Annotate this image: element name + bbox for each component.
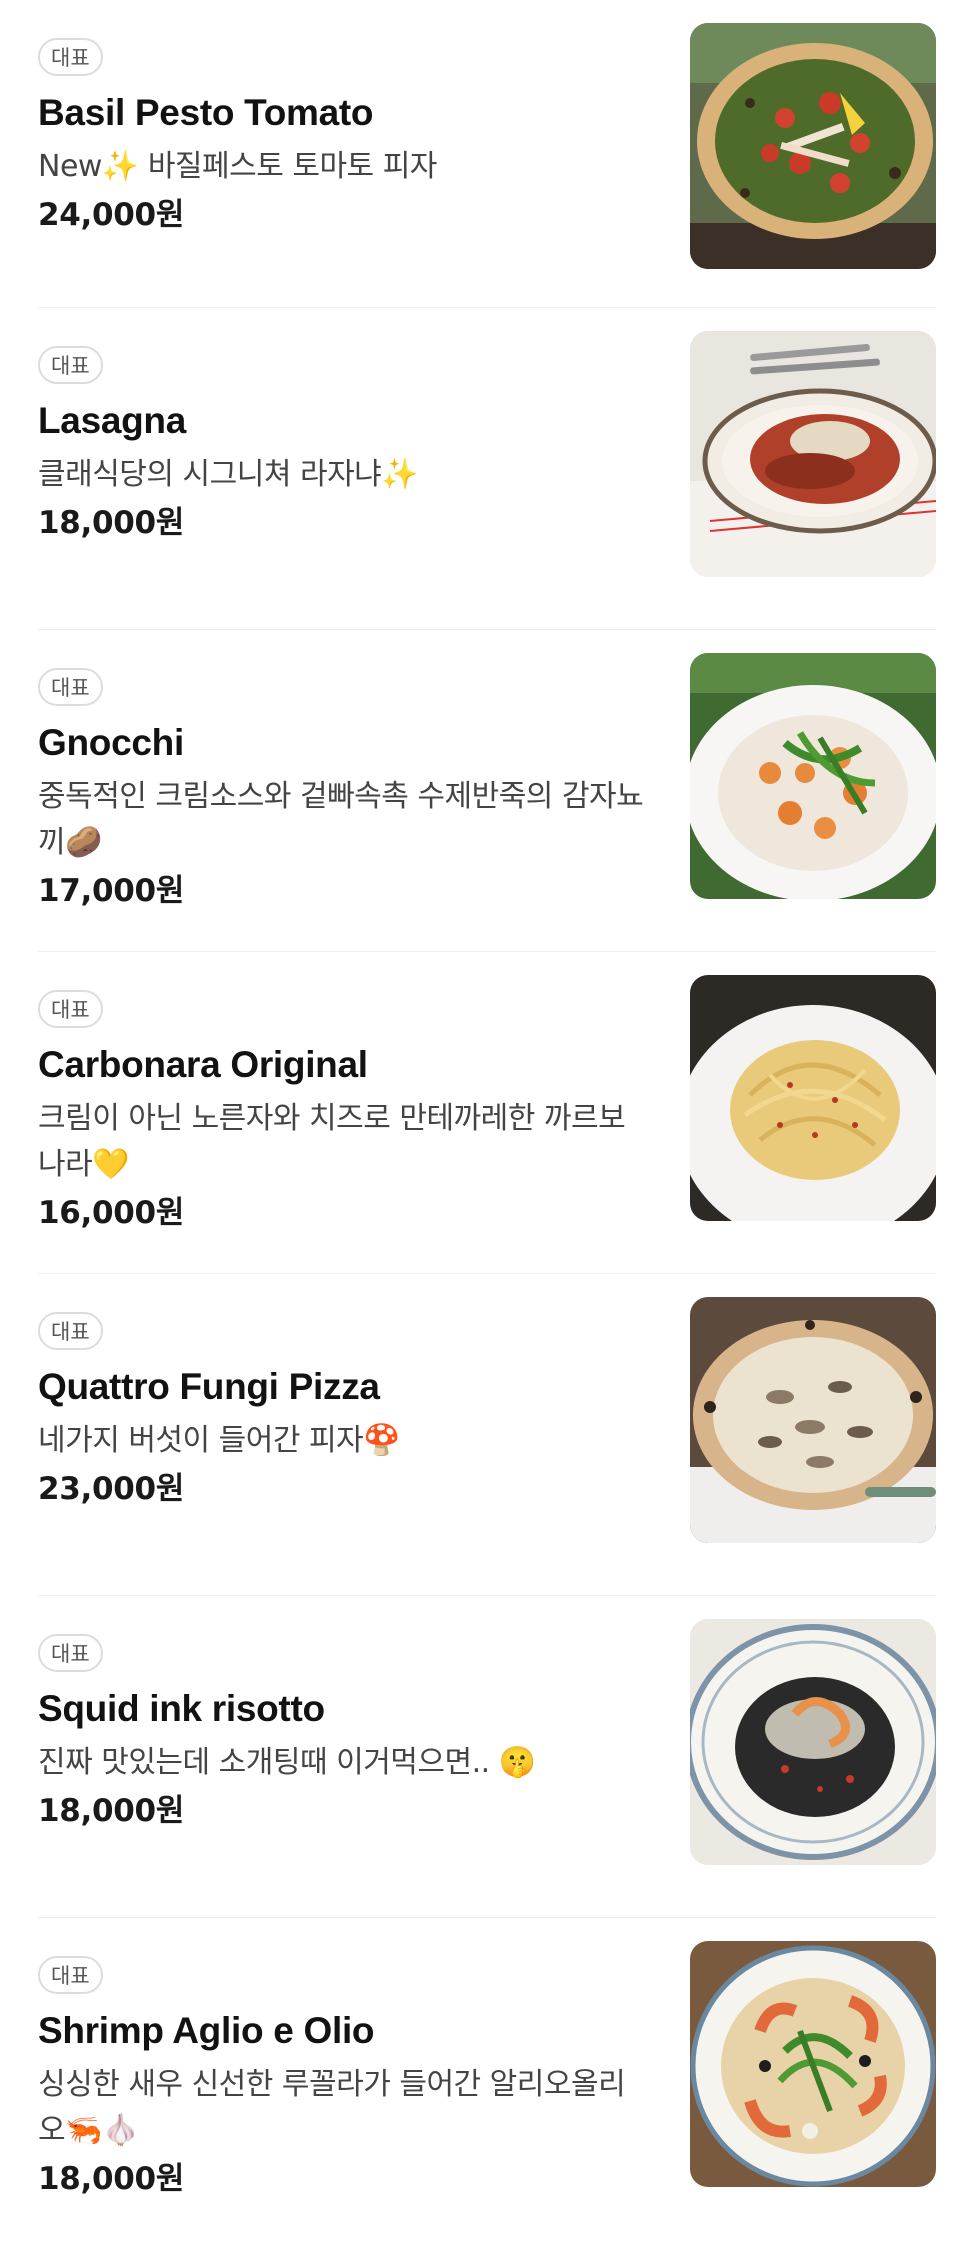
mushroom-pizza-photo[interactable]	[690, 1297, 936, 1543]
menu-item-name: Carbonara Original	[38, 1044, 368, 1085]
menu-item-price: 23,000원	[38, 1471, 185, 1507]
menu-item[interactable]: 대표 Squid ink risotto 진짜 맛있는데 소개팅때 이거먹으면.…	[38, 1596, 936, 1918]
menu-item-description: 중독적인 크림소스와 겉빠속촉 수제반죽의 감자뇨끼🥔	[38, 779, 644, 860]
gnocchi-photo[interactable]	[690, 653, 936, 899]
menu-item-name: Basil Pesto Tomato	[38, 92, 374, 133]
menu-item-price: 16,000원	[38, 1195, 185, 1231]
signature-badge: 대표	[38, 1634, 103, 1672]
menu-item-text: 대표 Carbonara Original 크림이 아닌 노른자와 치즈로 만테…	[38, 990, 648, 1234]
menu-item-price: 18,000원	[38, 1793, 185, 1829]
menu-item-name: Quattro Fungi Pizza	[38, 1366, 380, 1407]
menu-item-description: 네가지 버섯이 들어간 피자🍄	[38, 1423, 401, 1458]
lasagna-photo[interactable]	[690, 331, 936, 577]
menu-item[interactable]: 대표 Carbonara Original 크림이 아닌 노른자와 치즈로 만테…	[38, 952, 936, 1274]
menu-item-description: 싱싱한 새우 신선한 루꼴라가 들어간 알리오올리오🦐🧄	[38, 2067, 626, 2148]
menu-item[interactable]: 대표 Gnocchi 중독적인 크림소스와 겉빠속촉 수제반죽의 감자뇨끼🥔 1…	[38, 630, 936, 952]
menu-item-description: 클래식당의 시그니쳐 라자냐✨	[38, 457, 419, 492]
menu-item[interactable]: 대표 Lasagna 클래식당의 시그니쳐 라자냐✨ 18,000원	[38, 308, 936, 630]
signature-badge: 대표	[38, 346, 103, 384]
menu-item[interactable]: 대표 Shrimp Aglio e Olio 싱싱한 새우 신선한 루꼴라가 들…	[38, 1918, 936, 2240]
menu-item-text: 대표 Gnocchi 중독적인 크림소스와 겉빠속촉 수제반죽의 감자뇨끼🥔 1…	[38, 668, 648, 912]
menu-item-price: 18,000원	[38, 2161, 185, 2197]
squid-ink-risotto-photo[interactable]	[690, 1619, 936, 1865]
pizza-basil-pesto-photo[interactable]	[690, 23, 936, 269]
signature-badge: 대표	[38, 990, 103, 1028]
menu-item-price: 18,000원	[38, 505, 185, 541]
menu-item-text: 대표 Quattro Fungi Pizza 네가지 버섯이 들어간 피자🍄 2…	[38, 1312, 648, 1510]
menu-item-description: 크림이 아닌 노른자와 치즈로 만테까레한 까르보나라💛	[38, 1101, 626, 1182]
menu-item-text: 대표 Shrimp Aglio e Olio 싱싱한 새우 신선한 루꼴라가 들…	[38, 1956, 648, 2200]
shrimp-aglio-photo[interactable]	[690, 1941, 936, 2187]
menu-item-name: Gnocchi	[38, 722, 184, 763]
menu-list: 대표 Basil Pesto Tomato New✨ 바질페스토 토마토 피자 …	[0, 0, 966, 2240]
signature-badge: 대표	[38, 1956, 103, 1994]
menu-item-name: Shrimp Aglio e Olio	[38, 2010, 375, 2051]
menu-item-name: Squid ink risotto	[38, 1688, 325, 1729]
signature-badge: 대표	[38, 668, 103, 706]
menu-item[interactable]: 대표 Basil Pesto Tomato New✨ 바질페스토 토마토 피자 …	[38, 0, 936, 308]
menu-item-text: 대표 Lasagna 클래식당의 시그니쳐 라자냐✨ 18,000원	[38, 346, 648, 544]
menu-item-text: 대표 Squid ink risotto 진짜 맛있는데 소개팅때 이거먹으면.…	[38, 1634, 648, 1832]
signature-badge: 대표	[38, 1312, 103, 1350]
carbonara-photo[interactable]	[690, 975, 936, 1221]
menu-item-text: 대표 Basil Pesto Tomato New✨ 바질페스토 토마토 피자 …	[38, 38, 648, 236]
menu-item-price: 24,000원	[38, 197, 185, 233]
menu-item-name: Lasagna	[38, 400, 187, 441]
menu-item[interactable]: 대표 Quattro Fungi Pizza 네가지 버섯이 들어간 피자🍄 2…	[38, 1274, 936, 1596]
menu-item-price: 17,000원	[38, 873, 185, 909]
menu-item-description: 진짜 맛있는데 소개팅때 이거먹으면.. 🤫	[38, 1745, 536, 1780]
signature-badge: 대표	[38, 38, 103, 76]
menu-item-description: New✨ 바질페스토 토마토 피자	[38, 149, 437, 184]
